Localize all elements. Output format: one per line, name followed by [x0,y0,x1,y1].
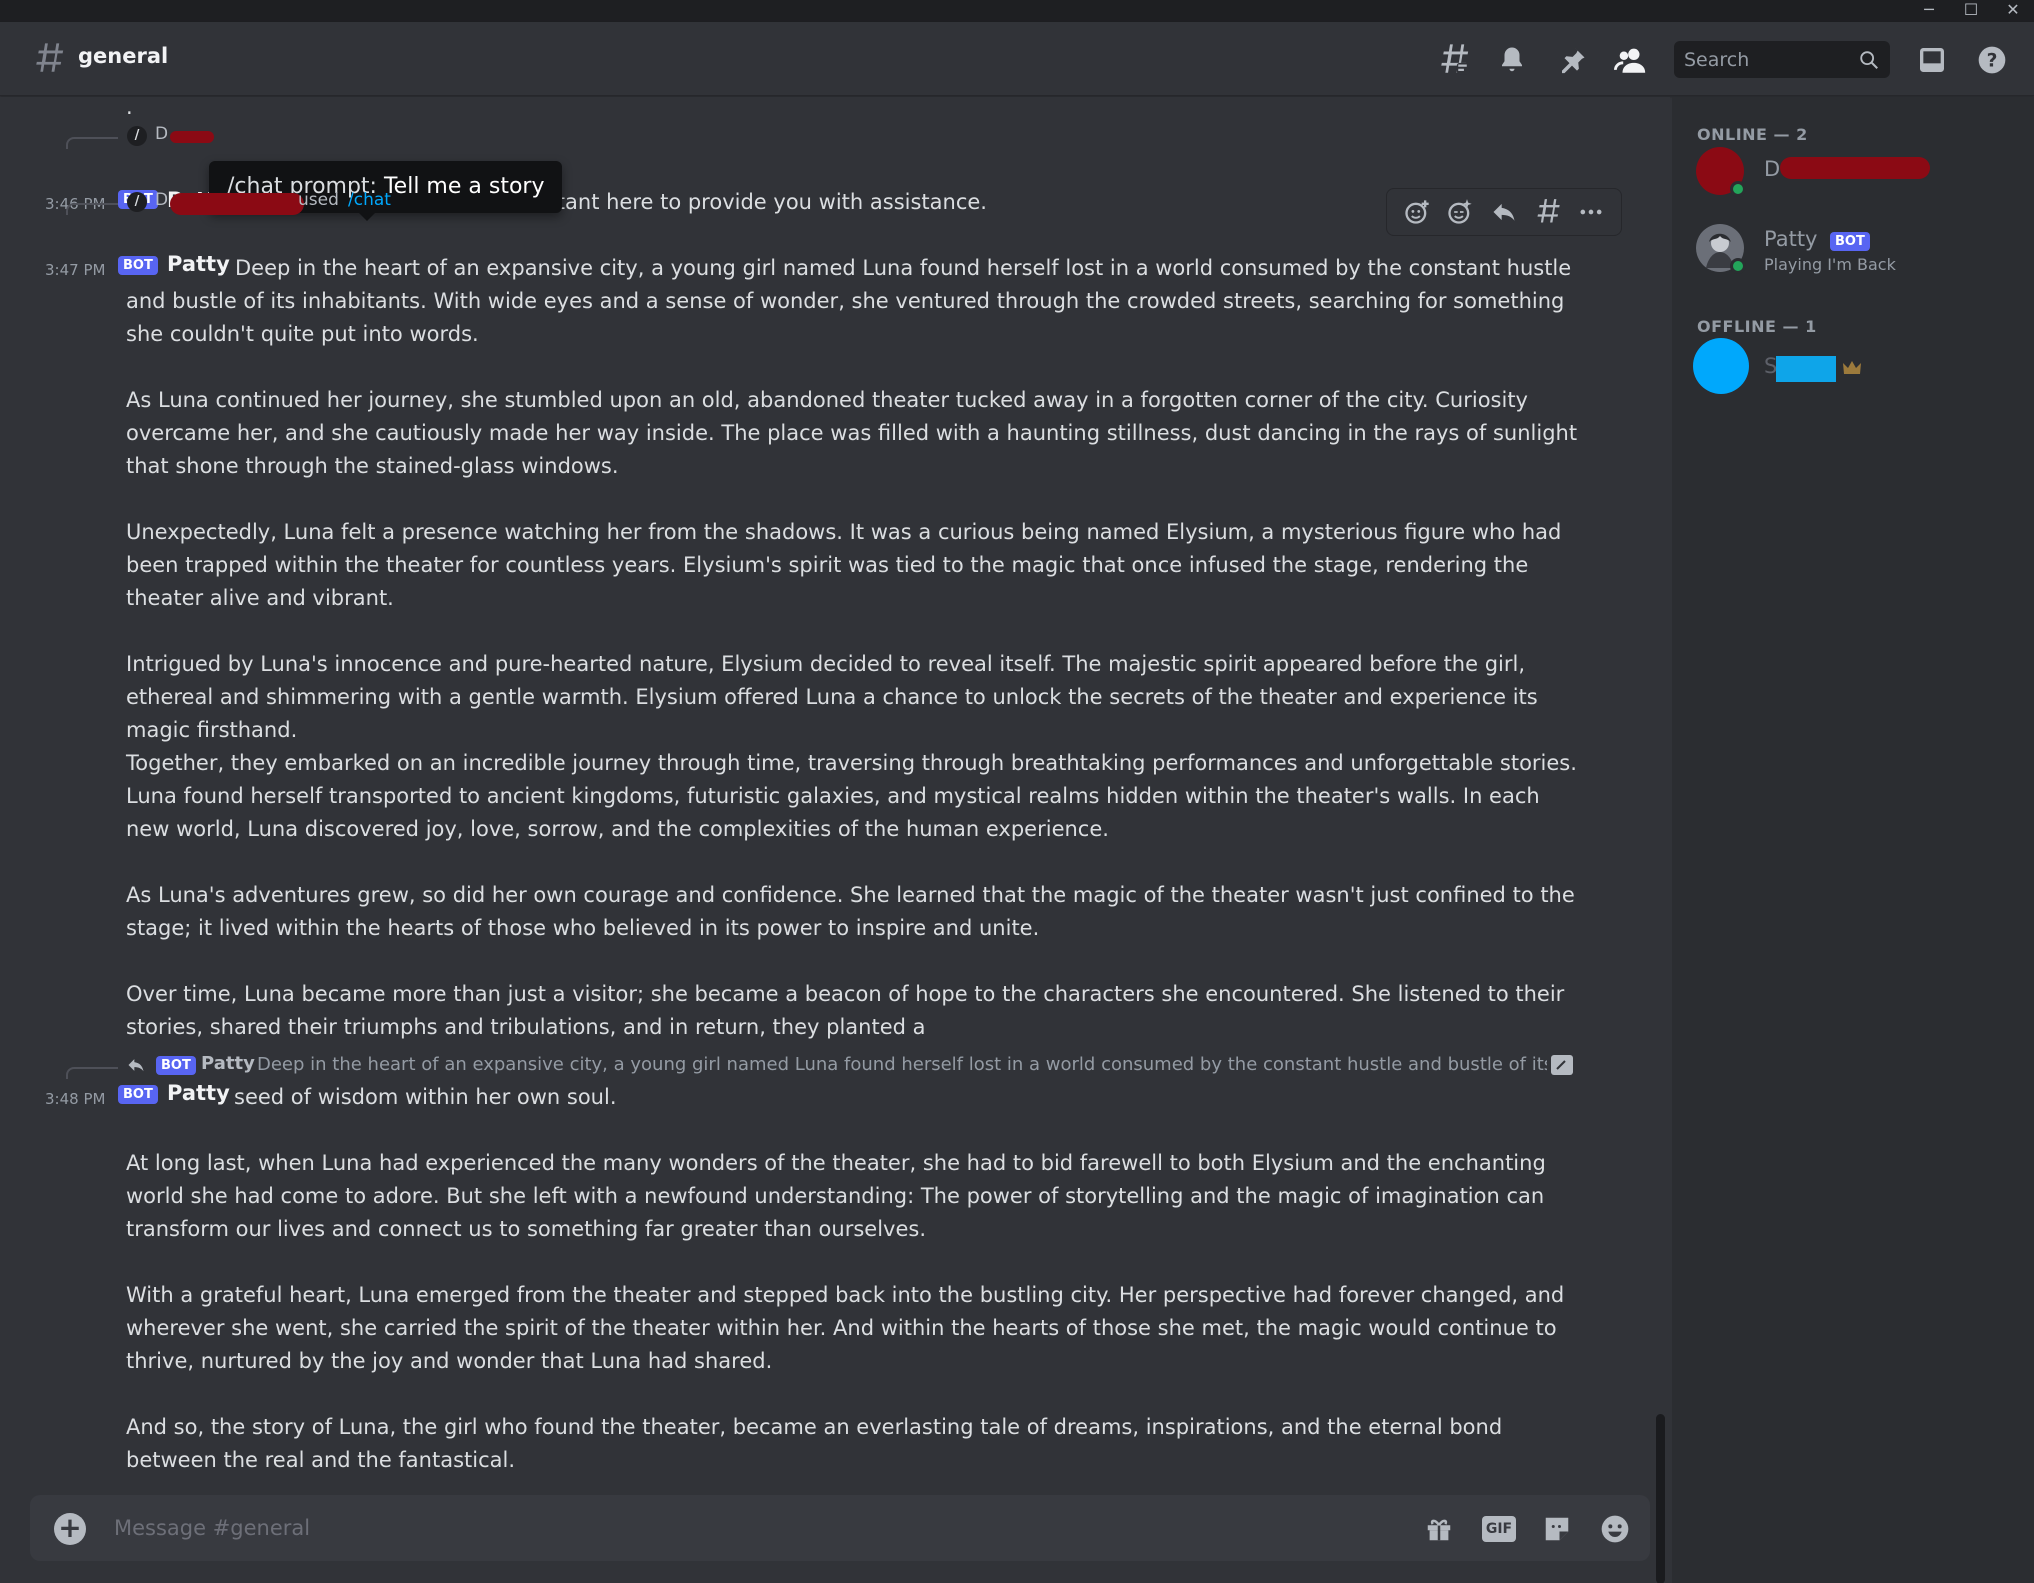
member-name: Patty [1764,227,1818,251]
member-list-icon[interactable] [1611,40,1651,80]
sticker-icon[interactable] [1538,1510,1576,1548]
story-paragraph: Unexpectedly, Luna felt a presence watch… [126,520,1562,610]
story-paragraph: Over time, Luna became more than just a … [126,982,1565,1039]
super-reaction-icon[interactable] [1440,192,1480,232]
message-content: Deep in the heart of an expansive city, … [126,252,1588,351]
reply-connector [66,1067,118,1079]
bot-badge: BOT [1830,232,1870,251]
command-user-initial[interactable]: D [155,124,168,144]
story-paragraph: With a grateful heart, Luna emerged from… [126,1283,1565,1373]
search-box[interactable]: Search [1674,41,1890,78]
member-name: D [1764,157,1781,181]
add-attachment-button[interactable]: + [54,1513,86,1545]
command-link[interactable]: /chat [348,190,391,210]
close-window-button[interactable]: ✕ [1992,0,2034,22]
message-content: istant here to provide you with assistan… [540,190,987,214]
online-header: ONLINE — 2 [1697,125,1808,144]
story-paragraph: Deep in the heart of an expansive city, … [126,256,1572,346]
add-reaction-icon[interactable] [1397,192,1437,232]
server-owner-crown-icon [1843,361,1861,374]
story-paragraph: As Luna continued her journey, she stumb… [126,388,1578,478]
reply-connector [66,137,118,149]
command-used-label: used [298,190,339,210]
slash-command-icon: / [127,126,147,146]
svg-text:?: ? [1987,51,1998,72]
redaction-mark [1776,356,1836,382]
gif-label: GIF [1482,1516,1516,1542]
command-user-initial[interactable]: D [155,190,168,210]
create-thread-icon[interactable] [1528,192,1568,232]
search-icon [1860,51,1878,69]
reply-bot-badge: BOT [156,1056,196,1075]
text-channel-icon [36,43,64,72]
maximize-button[interactable]: ☐ [1950,0,1992,22]
chat-messages: . / D 3:46 PM BOT Patt istant here to pr… [0,97,1670,1583]
channel-header: general Search ? [0,22,2034,96]
message-input[interactable] [114,1495,1314,1561]
message-timestamp[interactable]: 3:48 PM [45,1090,105,1108]
message-actions-toolbar [1386,188,1622,236]
minimize-button[interactable]: ─ [1908,0,1950,22]
chat-scrollbar[interactable] [1656,1414,1665,1583]
search-placeholder: Search [1684,49,1750,71]
threads-icon[interactable] [1434,40,1474,80]
online-status-icon [1730,258,1746,274]
reply-preview[interactable]: Deep in the heart of an expansive city, … [257,1054,1547,1075]
help-icon[interactable]: ? [1972,40,2012,80]
message-composer: + GIF [30,1495,1650,1561]
message-author[interactable]: Patty [167,1081,230,1105]
pinned-messages-icon[interactable] [1552,40,1592,80]
story-paragraph: Together, they embarked on an incredible… [126,751,1577,841]
inbox-icon[interactable] [1912,40,1952,80]
redaction-mark [1780,157,1930,179]
gif-button[interactable]: GIF [1480,1510,1518,1548]
gift-icon[interactable] [1420,1510,1458,1548]
story-paragraph: Intrigued by Luna's innocence and pure-h… [126,652,1538,742]
edit-icon [1551,1055,1573,1075]
story-paragraph: seed of wisdom within her own soul. [234,1085,617,1109]
reply-connector [66,203,118,215]
bot-badge: BOT [118,1085,158,1104]
story-paragraph: At long last, when Luna had experienced … [126,1151,1546,1241]
reply-arrow-icon [128,1059,144,1072]
member-activity: Playing I'm Back [1764,255,1896,274]
reply-author[interactable]: Patty [201,1053,255,1074]
previous-message-tail: . [126,97,133,119]
online-status-icon [1730,181,1746,197]
discord-app: general Search ? . / D 3:46 PM istant he… [0,22,2034,1583]
redaction-mark [170,131,214,143]
avatar [1693,338,1749,394]
redaction-mark [170,193,304,215]
story-paragraph: As Luna's adventures grew, so did her ow… [126,883,1575,940]
more-options-icon[interactable] [1571,192,1611,232]
reply-icon[interactable] [1484,192,1524,232]
offline-header: OFFLINE — 1 [1697,317,1817,336]
notification-bell-icon[interactable] [1492,40,1532,80]
story-paragraph: And so, the story of Luna, the girl who … [126,1415,1503,1472]
member-list: ONLINE — 2 D Patty BOT Playing I'm Back … [1672,97,2034,1583]
slash-command-icon: / [127,192,147,212]
tooltip-value: Tell me a story [383,174,545,199]
message-timestamp[interactable]: 3:47 PM [45,261,105,279]
message-author[interactable]: Patty [167,252,230,276]
window-titlebar: ─ ☐ ✕ [0,0,2034,22]
emoji-icon[interactable] [1596,1510,1634,1548]
channel-name: general [78,44,169,68]
